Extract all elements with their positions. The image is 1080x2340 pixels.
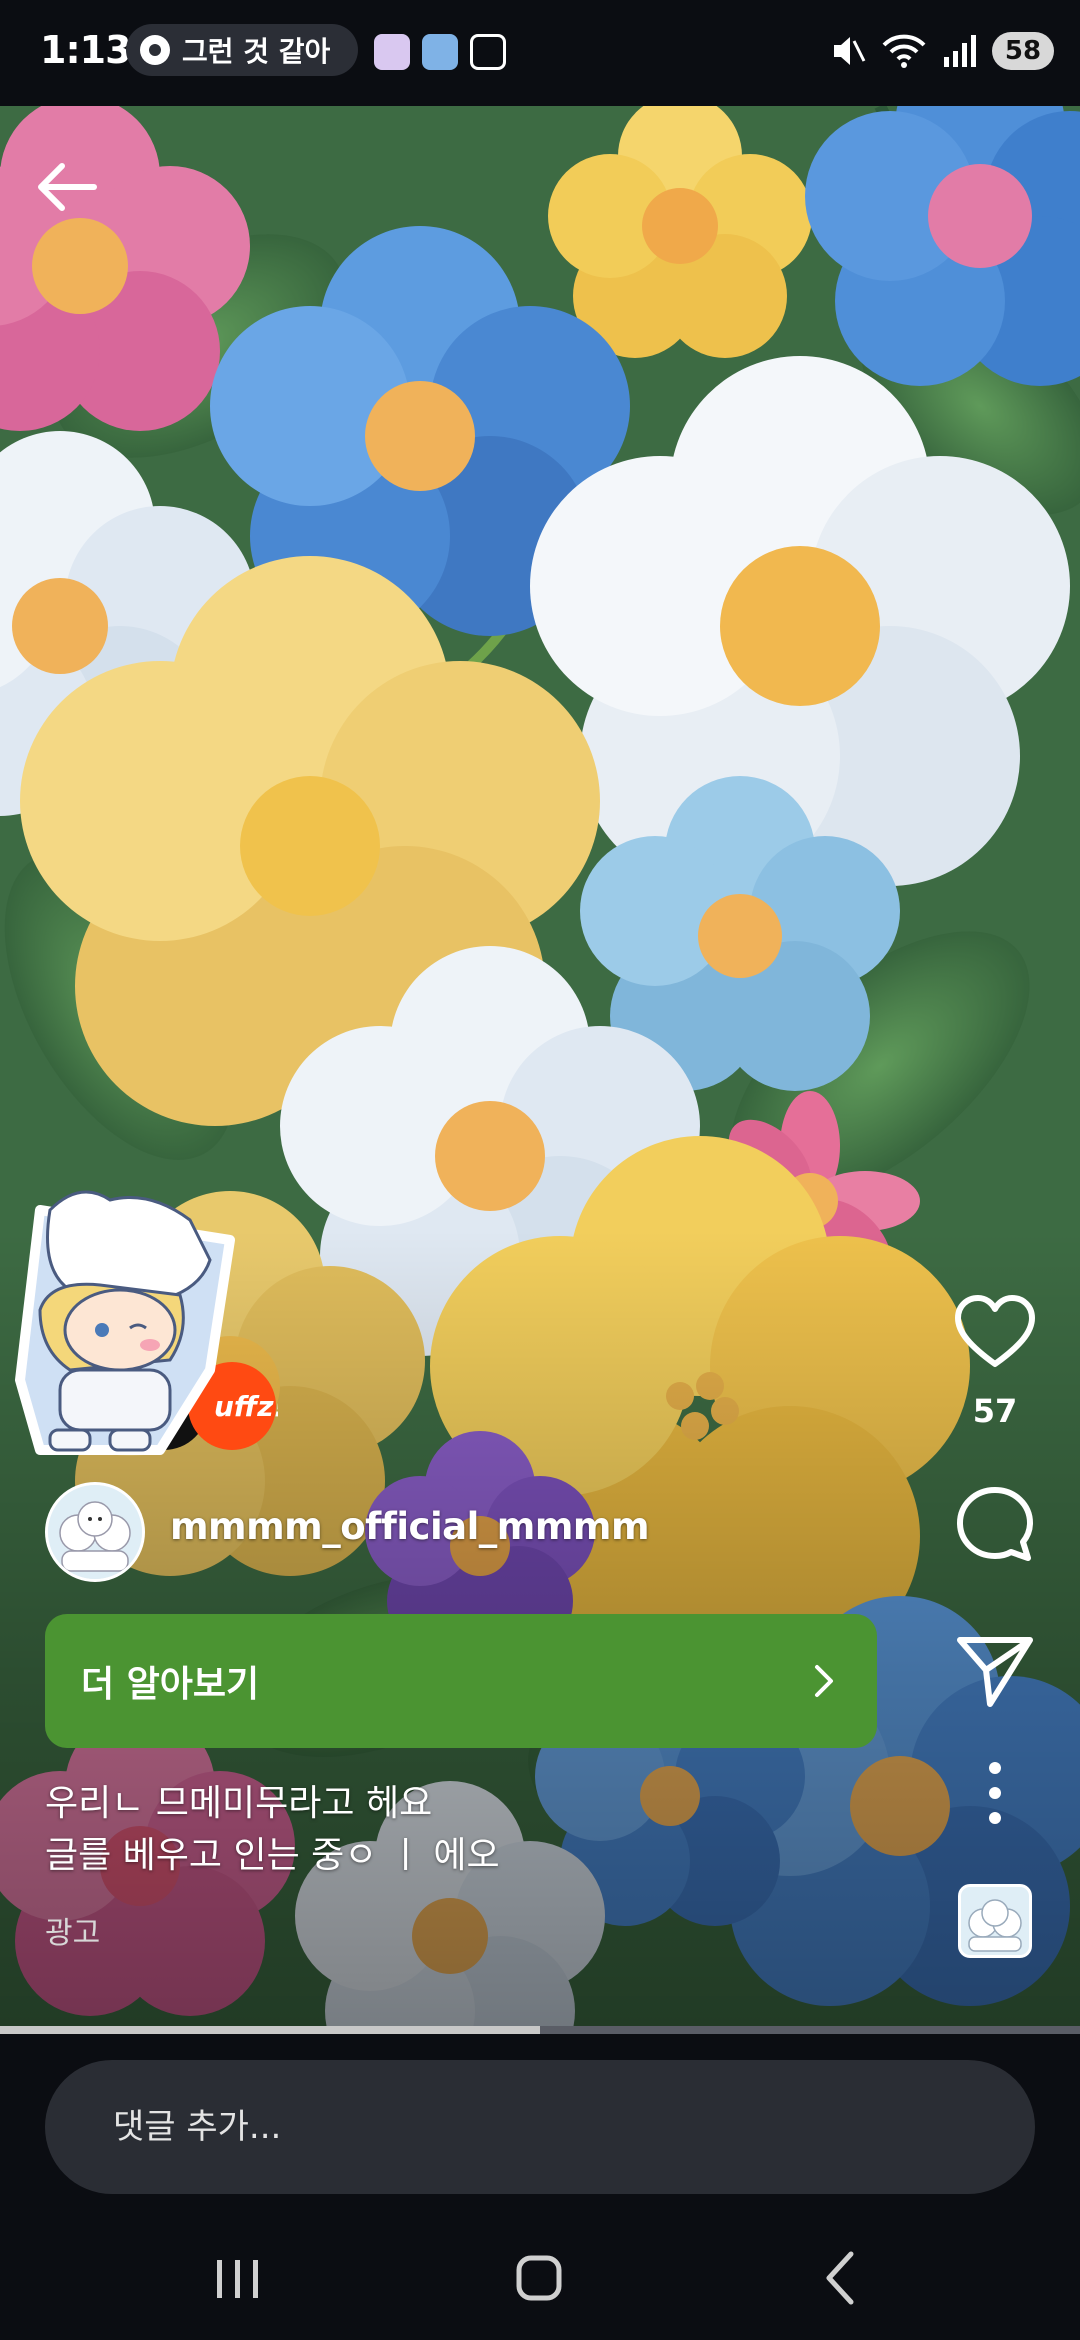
- video-progress-bar[interactable]: [0, 2026, 1080, 2034]
- home-icon[interactable]: [494, 2238, 584, 2318]
- post-caption[interactable]: 우리ㄴ 므메미무라고 헤요 글를 베우고 인는 중ㅇ ㅣ 에오: [45, 1778, 500, 1882]
- battery-icon: 58: [992, 32, 1054, 70]
- status-bar: 1:13 그런 것 같아 58: [0, 0, 1080, 106]
- sponsored-label: 광고: [45, 1916, 101, 1951]
- share-send-icon[interactable]: [950, 1626, 1040, 1716]
- like-heart-icon[interactable]: [950, 1288, 1040, 1378]
- caption-line: 우리ㄴ 므메미무라고 헤요: [45, 1783, 433, 1824]
- wifi-icon: [882, 34, 926, 68]
- caption-line: 글를 베우고 인는 중ㅇ ㅣ 에오: [45, 1835, 500, 1876]
- mascot-thumbnail-icon: [968, 1899, 1022, 1952]
- status-time: 1:13: [40, 28, 132, 72]
- add-comment-input[interactable]: [45, 2060, 1035, 2194]
- comment-area: [0, 2034, 1080, 2214]
- profile-avatar[interactable]: [45, 1482, 145, 1582]
- audio-thumbnail[interactable]: [958, 1884, 1032, 1958]
- recent-apps-icon[interactable]: [192, 2238, 282, 2318]
- now-playing-title: 그런 것 같아: [182, 35, 331, 68]
- video-progress-fill: [0, 2026, 540, 2034]
- back-nav-icon[interactable]: [796, 2238, 886, 2318]
- learn-more-label: 더 알아보기: [81, 1664, 260, 1705]
- chevron-right-icon: [815, 1665, 833, 1697]
- more-options-icon[interactable]: [970, 1748, 1020, 1838]
- comment-bubble-icon[interactable]: [950, 1480, 1040, 1570]
- like-count: 57: [972, 1392, 1018, 1430]
- mute-icon: [834, 37, 866, 65]
- character-sticker: [15, 1190, 235, 1455]
- back-arrow-icon[interactable]: [30, 150, 104, 224]
- system-navigation-bar: [0, 2214, 1080, 2340]
- music-icon: [140, 35, 170, 65]
- notification-app-icon: [422, 34, 458, 70]
- learn-more-button[interactable]: 더 알아보기: [45, 1614, 877, 1748]
- notification-app-icon: [374, 34, 410, 70]
- signal-icon: [944, 35, 976, 67]
- mascot-avatar-icon: [48, 1485, 142, 1579]
- now-playing-chip[interactable]: 그런 것 같아: [126, 24, 358, 76]
- notification-app-icon: [470, 34, 506, 70]
- system-icons: 58: [828, 26, 1054, 76]
- profile-username[interactable]: mmmm_official_mmmm: [170, 1505, 650, 1548]
